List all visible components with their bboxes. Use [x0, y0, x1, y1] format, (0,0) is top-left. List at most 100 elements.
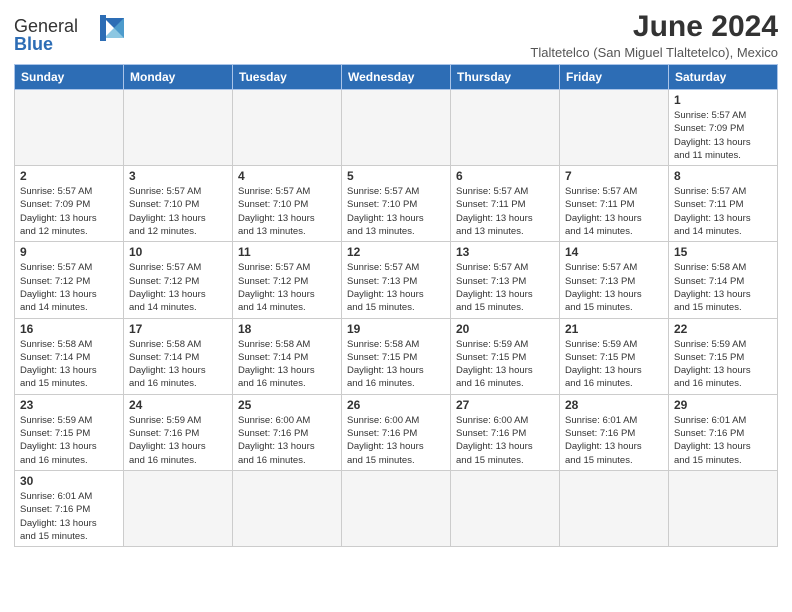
day-info: Sunrise: 5:57 AMSunset: 7:10 PMDaylight:…: [129, 185, 227, 238]
calendar-day-cell: 28 Sunrise: 6:01 AMSunset: 7:16 PMDayligh…: [560, 394, 669, 470]
calendar-day-cell: 21 Sunrise: 5:59 AMSunset: 7:15 PMDayligh…: [560, 318, 669, 394]
day-number: 22: [674, 322, 772, 336]
calendar-day-cell: 5Sunrise: 5:57 AMSunset: 7:10 PMDaylight…: [342, 166, 451, 242]
calendar-week-row: 1Sunrise: 5:57 AMSunset: 7:09 PMDaylight…: [15, 90, 778, 166]
calendar-day-cell: 15Sunrise: 5:58 AMSunset: 7:14 PMDayligh…: [669, 242, 778, 318]
day-info: Sunrise: 5:57 AMSunset: 7:11 PMDaylight:…: [674, 185, 772, 238]
day-info: Sunrise: 5:57 AMSunset: 7:11 PMDaylight:…: [456, 185, 554, 238]
calendar-day-cell: [342, 470, 451, 546]
day-number: 27: [456, 398, 554, 412]
calendar-day-cell: [560, 90, 669, 166]
calendar-day-cell: 12 Sunrise: 5:57 AMSunset: 7:13 PMDayligh…: [342, 242, 451, 318]
day-number: 6: [456, 169, 554, 183]
day-info: Sunrise: 5:57 AMSunset: 7:13 PMDaylight:…: [347, 261, 445, 314]
calendar-day-cell: [233, 90, 342, 166]
day-info: Sunrise: 5:57 AMSunset: 7:13 PMDaylight:…: [456, 261, 554, 314]
day-info: Sunrise: 5:59 AMSunset: 7:15 PMDaylight:…: [565, 338, 663, 391]
day-number: 11: [238, 245, 336, 259]
calendar-day-cell: [451, 470, 560, 546]
weekday-header: Sunday: [15, 65, 124, 90]
day-number: 4: [238, 169, 336, 183]
day-info: Sunrise: 5:57 AMSunset: 7:10 PMDaylight:…: [347, 185, 445, 238]
day-number: 30: [20, 474, 118, 488]
calendar-week-row: 9 Sunrise: 5:57 AMSunset: 7:12 PMDaylight…: [15, 242, 778, 318]
calendar-day-cell: 25Sunrise: 6:00 AMSunset: 7:16 PMDayligh…: [233, 394, 342, 470]
calendar-day-cell: 16 Sunrise: 5:58 AMSunset: 7:14 PMDayligh…: [15, 318, 124, 394]
calendar-day-cell: 20Sunrise: 5:59 AMSunset: 7:15 PMDayligh…: [451, 318, 560, 394]
day-info: Sunrise: 6:01 AMSunset: 7:16 PMDaylight:…: [20, 490, 118, 543]
day-info: Sunrise: 5:58 AMSunset: 7:15 PMDaylight:…: [347, 338, 445, 391]
calendar-day-cell: [15, 90, 124, 166]
header: General Blue June 2024 Tlaltetelco (San …: [14, 10, 778, 60]
calendar-day-cell: 13 Sunrise: 5:57 AMSunset: 7:13 PMDayligh…: [451, 242, 560, 318]
calendar-day-cell: 9 Sunrise: 5:57 AMSunset: 7:12 PMDaylight…: [15, 242, 124, 318]
calendar-day-cell: 27 Sunrise: 6:00 AMSunset: 7:16 PMDayligh…: [451, 394, 560, 470]
logo: General Blue: [14, 10, 124, 59]
day-info: Sunrise: 5:58 AMSunset: 7:14 PMDaylight:…: [129, 338, 227, 391]
calendar-table: SundayMondayTuesdayWednesdayThursdayFrid…: [14, 64, 778, 547]
day-number: 28: [565, 398, 663, 412]
weekday-header: Thursday: [451, 65, 560, 90]
day-number: 16: [20, 322, 118, 336]
calendar-page: General Blue June 2024 Tlaltetelco (San …: [0, 0, 792, 557]
logo-text: General Blue: [14, 10, 124, 59]
day-number: 19: [347, 322, 445, 336]
calendar-day-cell: 29 Sunrise: 6:01 AMSunset: 7:16 PMDayligh…: [669, 394, 778, 470]
day-info: Sunrise: 6:00 AMSunset: 7:16 PMDaylight:…: [238, 414, 336, 467]
day-number: 17: [129, 322, 227, 336]
day-number: 13: [456, 245, 554, 259]
day-info: Sunrise: 5:57 AMSunset: 7:10 PMDaylight:…: [238, 185, 336, 238]
day-number: 21: [565, 322, 663, 336]
weekday-header: Saturday: [669, 65, 778, 90]
logo-svg: General Blue: [14, 10, 124, 54]
day-info: Sunrise: 5:57 AMSunset: 7:13 PMDaylight:…: [565, 261, 663, 314]
calendar-day-cell: [451, 90, 560, 166]
weekday-header: Wednesday: [342, 65, 451, 90]
calendar-day-cell: 3 Sunrise: 5:57 AMSunset: 7:10 PMDaylight…: [124, 166, 233, 242]
calendar-day-cell: 6 Sunrise: 5:57 AMSunset: 7:11 PMDaylight…: [451, 166, 560, 242]
calendar-day-cell: [124, 90, 233, 166]
day-number: 7: [565, 169, 663, 183]
day-number: 26: [347, 398, 445, 412]
day-info: Sunrise: 5:59 AMSunset: 7:15 PMDaylight:…: [20, 414, 118, 467]
calendar-day-cell: 14 Sunrise: 5:57 AMSunset: 7:13 PMDayligh…: [560, 242, 669, 318]
day-number: 24: [129, 398, 227, 412]
day-number: 12: [347, 245, 445, 259]
day-info: Sunrise: 5:58 AMSunset: 7:14 PMDaylight:…: [674, 261, 772, 314]
calendar-day-cell: 8Sunrise: 5:57 AMSunset: 7:11 PMDaylight…: [669, 166, 778, 242]
day-info: Sunrise: 6:00 AMSunset: 7:16 PMDaylight:…: [347, 414, 445, 467]
calendar-day-cell: 24Sunrise: 5:59 AMSunset: 7:16 PMDayligh…: [124, 394, 233, 470]
day-number: 29: [674, 398, 772, 412]
day-number: 9: [20, 245, 118, 259]
day-info: Sunrise: 6:01 AMSunset: 7:16 PMDaylight:…: [565, 414, 663, 467]
calendar-day-cell: 10Sunrise: 5:57 AMSunset: 7:12 PMDayligh…: [124, 242, 233, 318]
day-number: 14: [565, 245, 663, 259]
calendar-day-cell: 17 Sunrise: 5:58 AMSunset: 7:14 PMDayligh…: [124, 318, 233, 394]
day-number: 3: [129, 169, 227, 183]
calendar-day-cell: [233, 470, 342, 546]
day-info: Sunrise: 5:58 AMSunset: 7:14 PMDaylight:…: [238, 338, 336, 391]
day-info: Sunrise: 5:57 AMSunset: 7:12 PMDaylight:…: [238, 261, 336, 314]
calendar-day-cell: 26 Sunrise: 6:00 AMSunset: 7:16 PMDayligh…: [342, 394, 451, 470]
calendar-day-cell: 19 Sunrise: 5:58 AMSunset: 7:15 PMDayligh…: [342, 318, 451, 394]
location: Tlaltetelco (San Miguel Tlaltetelco), Me…: [530, 45, 778, 60]
calendar-day-cell: 22 Sunrise: 5:59 AMSunset: 7:15 PMDayligh…: [669, 318, 778, 394]
calendar-week-row: 30 Sunrise: 6:01 AMSunset: 7:16 PMDayligh…: [15, 470, 778, 546]
calendar-week-row: 2Sunrise: 5:57 AMSunset: 7:09 PMDaylight…: [15, 166, 778, 242]
calendar-day-cell: 1Sunrise: 5:57 AMSunset: 7:09 PMDaylight…: [669, 90, 778, 166]
calendar-day-cell: 23Sunrise: 5:59 AMSunset: 7:15 PMDayligh…: [15, 394, 124, 470]
calendar-day-cell: 30 Sunrise: 6:01 AMSunset: 7:16 PMDayligh…: [15, 470, 124, 546]
day-info: Sunrise: 5:59 AMSunset: 7:15 PMDaylight:…: [674, 338, 772, 391]
day-info: Sunrise: 6:00 AMSunset: 7:16 PMDaylight:…: [456, 414, 554, 467]
calendar-day-cell: 7Sunrise: 5:57 AMSunset: 7:11 PMDaylight…: [560, 166, 669, 242]
day-info: Sunrise: 5:57 AMSunset: 7:09 PMDaylight:…: [674, 109, 772, 162]
day-info: Sunrise: 6:01 AMSunset: 7:16 PMDaylight:…: [674, 414, 772, 467]
svg-text:General: General: [14, 16, 78, 36]
calendar-day-cell: 4 Sunrise: 5:57 AMSunset: 7:10 PMDaylight…: [233, 166, 342, 242]
day-info: Sunrise: 5:57 AMSunset: 7:12 PMDaylight:…: [20, 261, 118, 314]
calendar-day-cell: [669, 470, 778, 546]
month-year: June 2024: [530, 10, 778, 43]
day-info: Sunrise: 5:57 AMSunset: 7:09 PMDaylight:…: [20, 185, 118, 238]
day-info: Sunrise: 5:59 AMSunset: 7:15 PMDaylight:…: [456, 338, 554, 391]
day-info: Sunrise: 5:58 AMSunset: 7:14 PMDaylight:…: [20, 338, 118, 391]
